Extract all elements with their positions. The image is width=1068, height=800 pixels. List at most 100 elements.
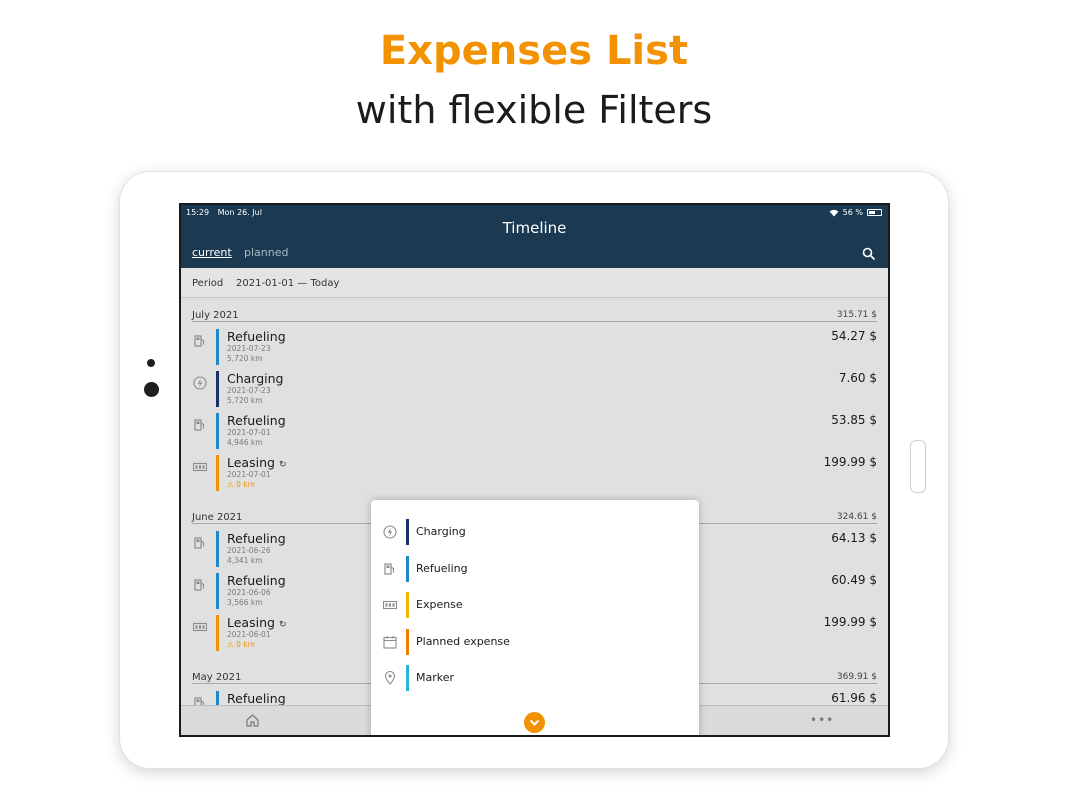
- item-odometer-warning: ⚠ 0 km: [227, 480, 255, 489]
- item-amount: 54.27 $: [831, 329, 877, 343]
- item-title: Refueling: [227, 329, 286, 344]
- item-amount: 199.99 $: [823, 615, 877, 629]
- more-icon[interactable]: •••: [810, 713, 834, 727]
- lightning-icon: [193, 375, 207, 390]
- item-date: 2021-07-01: [227, 428, 271, 437]
- month-name: June 2021: [192, 512, 243, 523]
- period-label: Period: [192, 278, 224, 289]
- month-total: 315.71 $: [836, 310, 877, 320]
- app-screen: 15:29 Mon 26. Jul 56 % Timeline current …: [179, 203, 890, 737]
- category-bar: [406, 556, 409, 582]
- item-amount: 64.13 $: [831, 531, 877, 545]
- fuel-pump-icon: [383, 561, 397, 575]
- item-date: 2021-06-06: [227, 588, 271, 597]
- item-odometer: 3,566 km: [227, 598, 263, 607]
- camera-sensor: [147, 359, 155, 367]
- item-amount: 61.96 $: [831, 691, 877, 705]
- wifi-icon: [829, 209, 839, 217]
- item-title: Charging: [227, 371, 284, 386]
- battery-icon: [867, 209, 882, 216]
- filter-label: Planned expense: [416, 635, 510, 648]
- fuel-pump-icon: [193, 333, 207, 347]
- filter-label: Marker: [416, 671, 455, 684]
- lightning-icon: [383, 524, 397, 539]
- filter-label: Refueling: [416, 562, 468, 575]
- app-bar: 15:29 Mon 26. Jul 56 % Timeline current …: [181, 205, 888, 268]
- location-pin-icon: [383, 670, 397, 685]
- filter-item-refueling[interactable]: Refueling: [371, 552, 699, 586]
- item-odometer: 4,946 km: [227, 438, 263, 447]
- filter-item-expense[interactable]: Expense: [371, 588, 699, 622]
- collapse-button[interactable]: [524, 712, 545, 733]
- category-bar: [216, 371, 219, 407]
- month-header: July 2021 315.71 $: [192, 308, 877, 322]
- fuel-pump-icon: [193, 577, 207, 591]
- item-title-text: Leasing: [227, 615, 275, 630]
- category-bar: [216, 573, 219, 609]
- item-amount: 53.85 $: [831, 413, 877, 427]
- list-item[interactable]: Refueling 2021-07-01 4,946 km 53.85 $: [192, 413, 877, 451]
- headline-title: Expenses List: [379, 28, 689, 74]
- item-title: Refueling: [227, 691, 286, 706]
- item-date: 2021-07-23: [227, 344, 271, 353]
- tablet-home-button: [910, 440, 926, 493]
- month-total: 324.61 $: [836, 512, 877, 522]
- recurring-icon: ↻: [278, 620, 287, 630]
- filter-item-marker[interactable]: Marker: [371, 661, 699, 695]
- category-bar: [406, 519, 409, 545]
- item-date: 2021-07-01: [227, 470, 271, 479]
- category-bar: [406, 665, 409, 691]
- category-bar: [216, 329, 219, 365]
- tab-planned[interactable]: planned: [244, 246, 288, 259]
- battery-percent: 56 %: [842, 208, 863, 217]
- item-title: Leasing ↻: [227, 455, 286, 470]
- filter-item-planned-expense[interactable]: Planned expense: [371, 625, 699, 659]
- month-total: 369.91 $: [836, 672, 877, 682]
- page-title: Timeline: [502, 219, 567, 237]
- expense-icon: [192, 619, 208, 633]
- status-time: 15:29: [186, 208, 210, 217]
- item-odometer-warning: ⚠ 0 km: [227, 640, 255, 649]
- item-date: 2021-06-01: [227, 630, 271, 639]
- category-bar: [216, 413, 219, 449]
- list-item[interactable]: Charging 2021-07-23 5,720 km 7.60 $: [192, 371, 877, 409]
- search-icon[interactable]: [862, 246, 876, 261]
- item-title-text: Leasing: [227, 455, 275, 470]
- period-value: 2021-01-01 — Today: [236, 278, 340, 289]
- item-odometer: 5,720 km: [227, 354, 263, 363]
- category-bar: [216, 531, 219, 567]
- filter-label: Expense: [416, 598, 463, 611]
- item-title: Leasing ↻: [227, 615, 286, 630]
- month-name: May 2021: [192, 672, 242, 683]
- expense-icon: [382, 597, 398, 611]
- fuel-pump-icon: [193, 535, 207, 549]
- list-item[interactable]: Refueling 2021-07-23 5,720 km 54.27 $: [192, 329, 877, 367]
- item-title: Refueling: [227, 573, 286, 588]
- category-bar: [406, 629, 409, 655]
- chevron-down-icon: [529, 719, 540, 726]
- period-filter-bar[interactable]: Period 2021-01-01 — Today: [181, 268, 888, 298]
- item-amount: 7.60 $: [838, 371, 877, 385]
- headline-subtitle: with flexible Filters: [355, 88, 713, 132]
- item-date: 2021-07-23: [227, 386, 271, 395]
- home-icon[interactable]: [245, 713, 260, 728]
- item-title: Refueling: [227, 531, 286, 546]
- fuel-pump-icon: [193, 417, 207, 431]
- calendar-icon: [383, 634, 397, 649]
- tab-current[interactable]: current: [192, 246, 232, 259]
- item-date: 2021-06-26: [227, 546, 271, 555]
- month-name: July 2021: [192, 310, 239, 321]
- status-date: Mon 26. Jul: [217, 208, 262, 217]
- camera-lens: [144, 382, 159, 397]
- filter-label: Charging: [416, 525, 466, 538]
- recurring-icon: ↻: [278, 460, 287, 470]
- expense-icon: [192, 459, 208, 473]
- category-bar: [406, 592, 409, 618]
- list-item[interactable]: Leasing ↻ 2021-07-01 ⚠ 0 km 199.99 $: [192, 455, 877, 493]
- filter-item-charging[interactable]: Charging: [371, 515, 699, 549]
- category-bar: [216, 615, 219, 651]
- category-bar: [216, 455, 219, 491]
- item-amount: 60.49 $: [831, 573, 877, 587]
- item-title: Refueling: [227, 413, 286, 428]
- item-odometer: 5,720 km: [227, 396, 263, 405]
